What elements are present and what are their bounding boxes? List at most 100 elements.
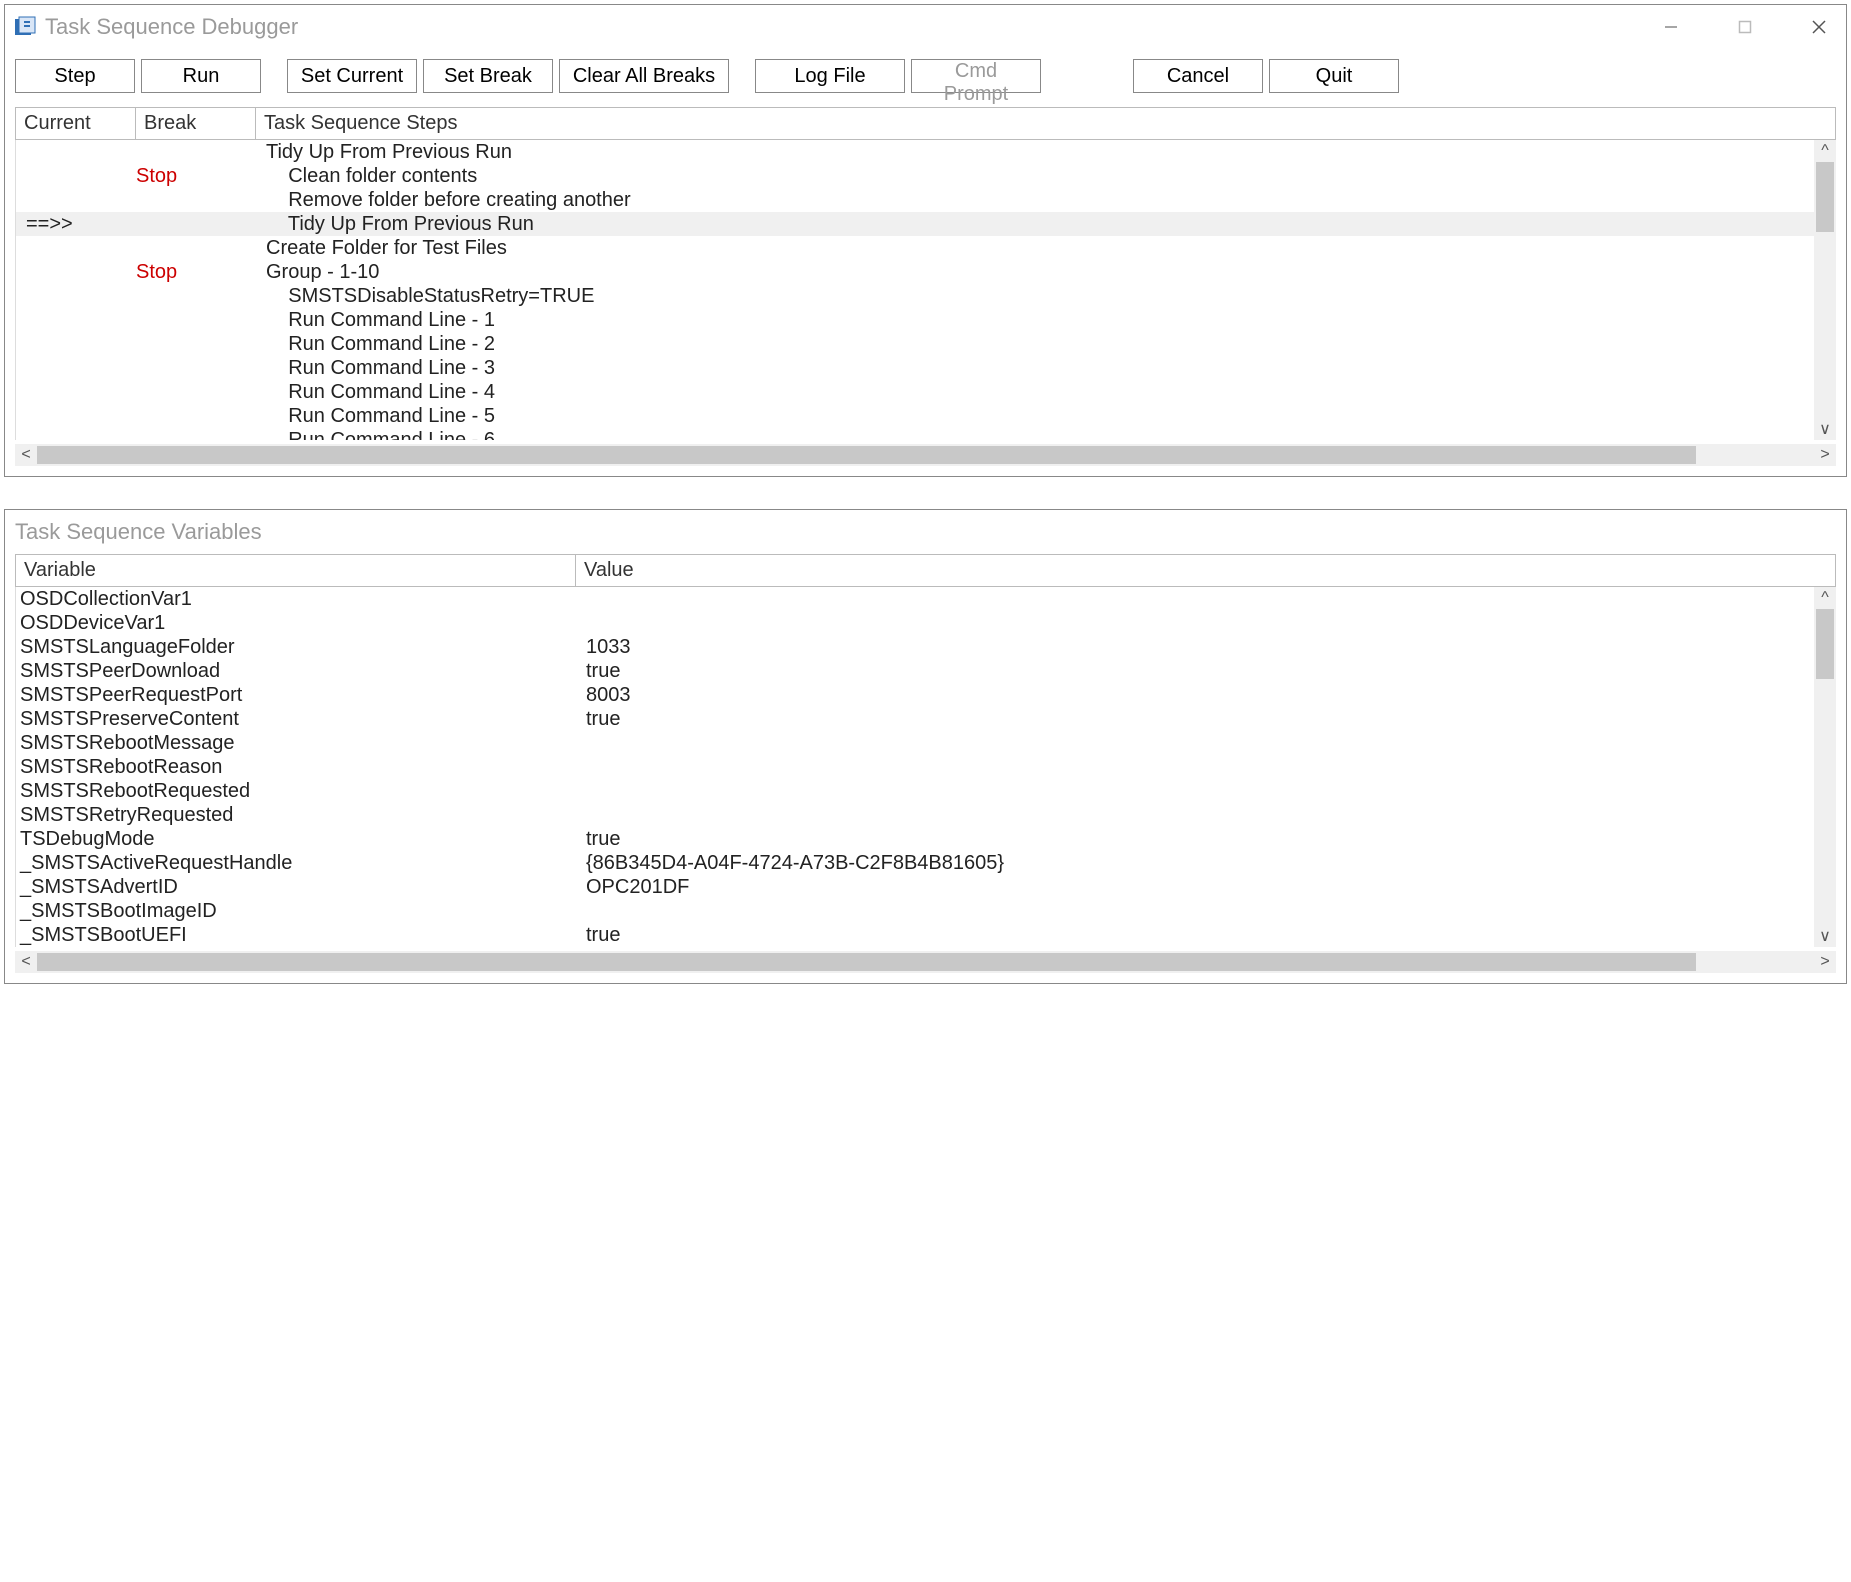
variable-name: OSDCollectionVar1 <box>16 588 576 611</box>
variable-value: 8003 <box>576 684 1814 707</box>
variable-row[interactable]: SMSTSLanguageFolder1033 <box>16 635 1814 659</box>
scroll-down-icon[interactable]: ∨ <box>1814 925 1836 947</box>
scroll-right-icon[interactable]: > <box>1814 951 1836 973</box>
column-header-steps[interactable]: Task Sequence Steps <box>256 108 1835 139</box>
toolbar: Step Run Set Current Set Break Clear All… <box>5 49 1846 107</box>
step-row[interactable]: Create Folder for Test Files <box>16 236 1814 260</box>
step-label: Run Command Line - 4 <box>256 381 1814 404</box>
step-row[interactable]: Run Command Line - 2 <box>16 332 1814 356</box>
variable-row[interactable]: _SMSTSBootImageID <box>16 899 1814 923</box>
variable-name: SMSTSPreserveContent <box>16 708 576 731</box>
scroll-left-icon[interactable]: < <box>15 951 37 973</box>
maximize-button[interactable] <box>1722 7 1768 47</box>
variable-row[interactable]: SMSTSPreserveContenttrue <box>16 707 1814 731</box>
run-button[interactable]: Run <box>141 59 261 93</box>
variables-list: Variable Value OSDCollectionVar1OSDDevic… <box>15 554 1836 947</box>
variable-row[interactable]: SMSTSRebootRequested <box>16 779 1814 803</box>
scroll-left-icon[interactable]: < <box>15 444 37 466</box>
step-row[interactable]: StopGroup - 1-10 <box>16 260 1814 284</box>
clear-all-breaks-button[interactable]: Clear All Breaks <box>559 59 729 93</box>
scroll-thumb-h[interactable] <box>37 953 1696 971</box>
variable-name: _SMSTSBootUEFI <box>16 924 576 947</box>
step-label: Tidy Up From Previous Run <box>256 213 1814 236</box>
variable-name: _SMSTSBootImageID <box>16 900 576 923</box>
step-row[interactable]: Run Command Line - 4 <box>16 380 1814 404</box>
variable-row[interactable]: TSDebugModetrue <box>16 827 1814 851</box>
variable-row[interactable]: SMSTSRebootMessage <box>16 731 1814 755</box>
current-marker: ==>> <box>16 213 136 236</box>
quit-button[interactable]: Quit <box>1269 59 1399 93</box>
variable-row[interactable]: _SMSTSBootUEFItrue <box>16 923 1814 947</box>
scroll-thumb[interactable] <box>1816 609 1834 679</box>
step-label: Run Command Line - 3 <box>256 357 1814 380</box>
step-label: Run Command Line - 6 <box>256 429 1814 441</box>
scroll-up-icon[interactable]: ^ <box>1814 587 1836 609</box>
horizontal-scrollbar[interactable]: < > <box>15 444 1836 466</box>
horizontal-scrollbar[interactable]: < > <box>15 951 1836 973</box>
step-row[interactable]: Run Command Line - 6 <box>16 428 1814 440</box>
vertical-scrollbar[interactable]: ^ ∨ <box>1814 587 1836 947</box>
minimize-button[interactable] <box>1648 7 1694 47</box>
scroll-thumb-h[interactable] <box>37 446 1696 464</box>
step-row[interactable]: Remove folder before creating another <box>16 188 1814 212</box>
step-label: Create Folder for Test Files <box>256 237 1814 260</box>
close-button[interactable] <box>1796 7 1842 47</box>
step-button[interactable]: Step <box>15 59 135 93</box>
variable-name: SMSTSPeerDownload <box>16 660 576 683</box>
variable-name: SMSTSRetryRequested <box>16 804 576 827</box>
variable-row[interactable]: SMSTSPeerDownloadtrue <box>16 659 1814 683</box>
variable-value: true <box>576 924 1814 947</box>
scroll-up-icon[interactable]: ^ <box>1814 140 1836 162</box>
column-header-break[interactable]: Break <box>136 108 256 139</box>
variable-name: TSDebugMode <box>16 828 576 851</box>
step-row[interactable]: SMSTSDisableStatusRetry=TRUE <box>16 284 1814 308</box>
break-marker: Stop <box>136 165 256 188</box>
variable-value: 1033 <box>576 636 1814 659</box>
variable-name: SMSTSRebootReason <box>16 756 576 779</box>
app-icon <box>13 15 37 39</box>
step-label: Remove folder before creating another <box>256 189 1814 212</box>
variable-row[interactable]: SMSTSRetryRequested <box>16 803 1814 827</box>
scroll-right-icon[interactable]: > <box>1814 444 1836 466</box>
step-row[interactable]: Run Command Line - 1 <box>16 308 1814 332</box>
variable-name: OSDDeviceVar1 <box>16 612 576 635</box>
scroll-thumb[interactable] <box>1816 162 1834 232</box>
step-row[interactable]: Run Command Line - 3 <box>16 356 1814 380</box>
steps-list-body[interactable]: Tidy Up From Previous RunStop Clean fold… <box>16 140 1836 440</box>
variable-row[interactable]: _SMSTSActiveRequestHandle{86B345D4-A04F-… <box>16 851 1814 875</box>
variables-list-body[interactable]: OSDCollectionVar1OSDDeviceVar1SMSTSLangu… <box>16 587 1836 947</box>
variable-row[interactable]: OSDCollectionVar1 <box>16 587 1814 611</box>
variable-name: _SMSTSActiveRequestHandle <box>16 852 576 875</box>
steps-header: Current Break Task Sequence Steps <box>15 107 1836 140</box>
window-title: Task Sequence Debugger <box>45 14 1648 40</box>
variable-name: SMSTSRebootMessage <box>16 732 576 755</box>
step-row[interactable]: ==>> Tidy Up From Previous Run <box>16 212 1814 236</box>
variable-row[interactable]: _SMSTSAdvertIDOPC201DF <box>16 875 1814 899</box>
column-header-value[interactable]: Value <box>576 555 1835 586</box>
step-label: Group - 1-10 <box>256 261 1814 284</box>
set-current-button[interactable]: Set Current <box>287 59 417 93</box>
window-title: Task Sequence Variables <box>15 519 1842 545</box>
step-row[interactable]: Tidy Up From Previous Run <box>16 140 1814 164</box>
column-header-current[interactable]: Current <box>16 108 136 139</box>
log-file-button[interactable]: Log File <box>755 59 905 93</box>
column-header-variable[interactable]: Variable <box>16 555 576 586</box>
cancel-button[interactable]: Cancel <box>1133 59 1263 93</box>
variable-row[interactable]: SMSTSRebootReason <box>16 755 1814 779</box>
variable-value: true <box>576 660 1814 683</box>
variable-value: true <box>576 828 1814 851</box>
vertical-scrollbar[interactable]: ^ ∨ <box>1814 140 1836 440</box>
scroll-down-icon[interactable]: ∨ <box>1814 418 1836 440</box>
variable-row[interactable]: OSDDeviceVar1 <box>16 611 1814 635</box>
titlebar: Task Sequence Debugger <box>5 5 1846 49</box>
variable-row[interactable]: SMSTSPeerRequestPort8003 <box>16 683 1814 707</box>
cmd-prompt-button: Cmd Prompt <box>911 59 1041 93</box>
step-row[interactable]: Stop Clean folder contents <box>16 164 1814 188</box>
step-row[interactable]: Run Command Line - 5 <box>16 404 1814 428</box>
variable-name: SMSTSRebootRequested <box>16 780 576 803</box>
task-sequence-debugger-window: Task Sequence Debugger Step Run Set Curr… <box>4 4 1847 477</box>
step-label: Clean folder contents <box>256 165 1814 188</box>
variable-value: {86B345D4-A04F-4724-A73B-C2F8B4B81605} <box>576 852 1814 875</box>
window-controls <box>1648 7 1842 47</box>
set-break-button[interactable]: Set Break <box>423 59 553 93</box>
